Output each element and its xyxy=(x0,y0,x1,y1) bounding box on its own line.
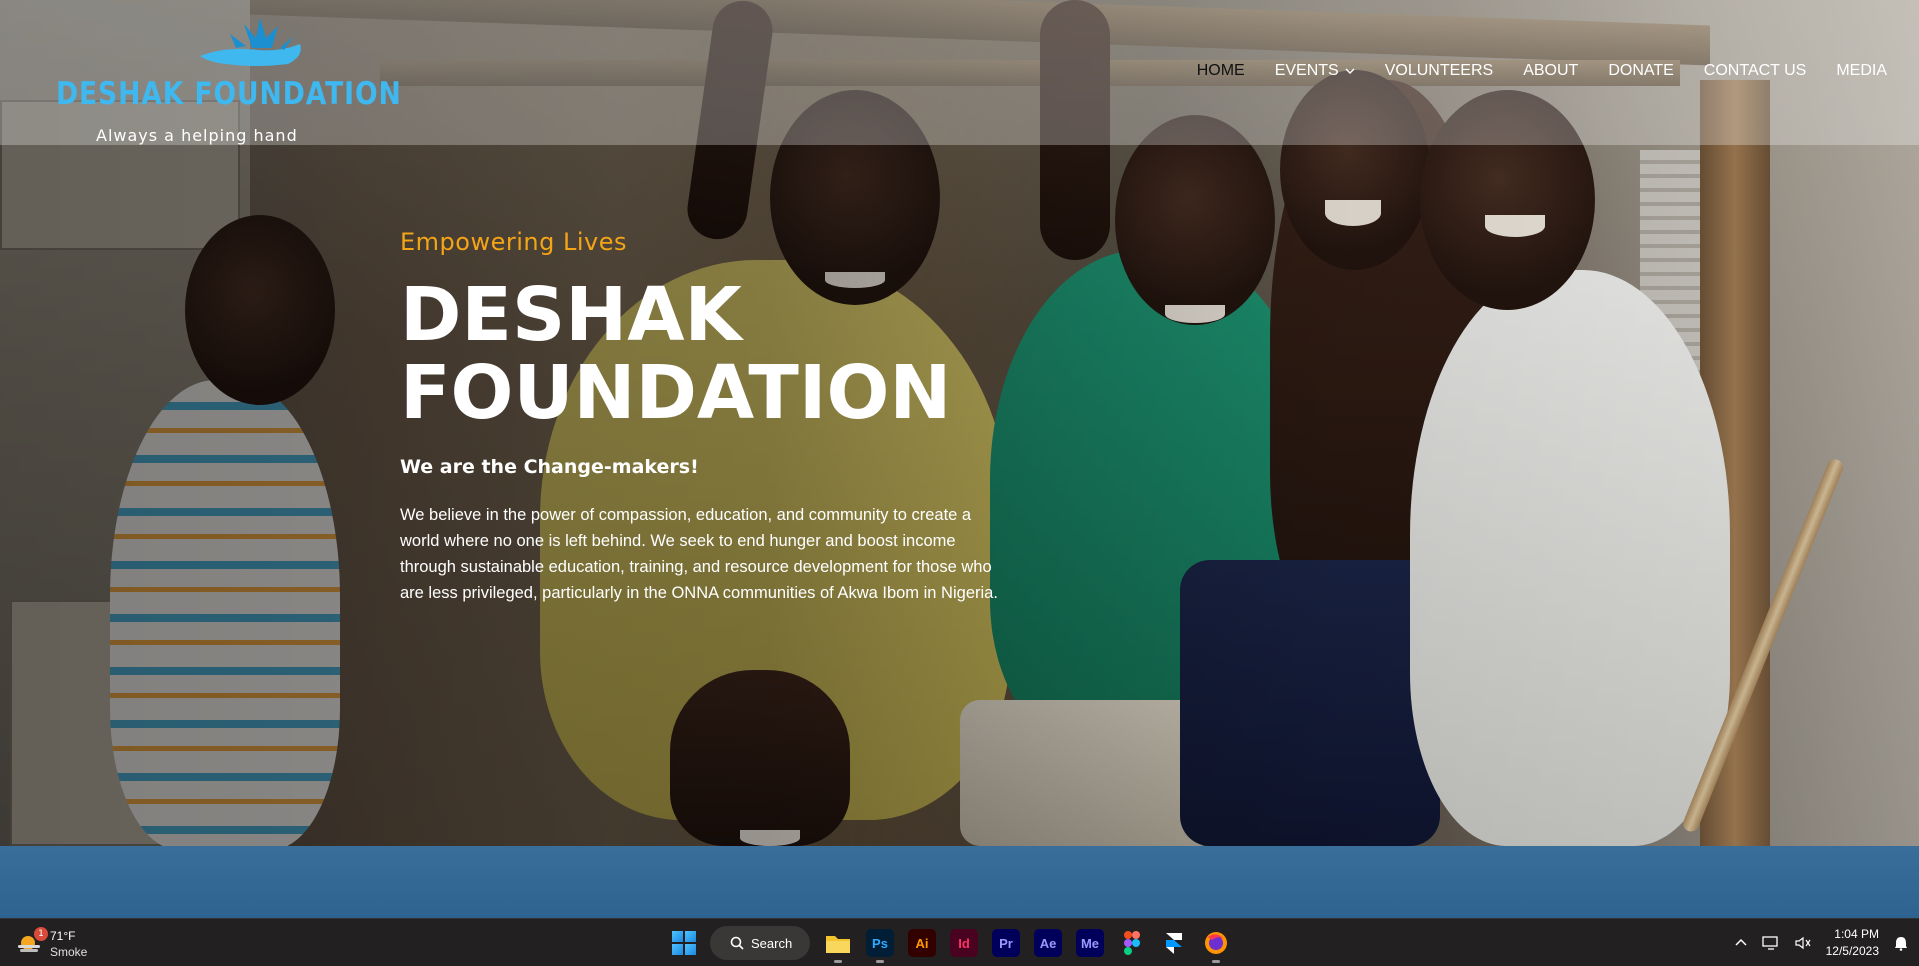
notification-badge: 1 xyxy=(34,927,48,941)
illustrator-icon[interactable]: Ai xyxy=(908,929,936,957)
nav-media-label: MEDIA xyxy=(1836,62,1887,79)
logo-name: DESHAK FOUNDATION xyxy=(56,76,402,112)
windows-start-icon[interactable] xyxy=(672,931,696,955)
app-label: Ps xyxy=(872,935,888,951)
nav-donate-label: DONATE xyxy=(1608,62,1674,79)
windows-taskbar: 1 71°F Smoke Search Ps Ai Id Pr Ae Me 1:… xyxy=(0,918,1919,966)
nav-media[interactable]: MEDIA xyxy=(1836,62,1887,80)
nav-contact-us[interactable]: CONTACT US xyxy=(1704,62,1807,80)
hero-content: Empowering Lives DESHAK FOUNDATION We ar… xyxy=(400,228,1000,606)
nav-contact-us-label: CONTACT US xyxy=(1703,62,1807,79)
media-encoder-icon[interactable]: Me xyxy=(1076,929,1104,957)
taskbar-apps: Search Ps Ai Id Pr Ae Me xyxy=(672,925,1230,963)
nav-volunteers[interactable]: VOLUNTEERS xyxy=(1385,62,1493,80)
firefox-icon[interactable] xyxy=(1202,929,1230,963)
chevron-down-icon xyxy=(1345,68,1355,75)
app-label: Ae xyxy=(1039,935,1057,951)
nav-events[interactable]: EVENTS xyxy=(1275,62,1355,80)
after-effects-icon[interactable]: Ae xyxy=(1034,929,1062,957)
app-label: Pr xyxy=(999,935,1013,951)
clock-date: 12/5/2023 xyxy=(1825,944,1879,958)
site-logo[interactable]: DESHAK FOUNDATION Always a helping hand xyxy=(56,10,402,145)
hero-subhead: We are the Change-makers! xyxy=(400,456,699,478)
display-icon[interactable] xyxy=(1761,935,1780,951)
weather-widget[interactable]: 1 71°F Smoke xyxy=(16,927,136,961)
nav-about[interactable]: ABOUT xyxy=(1523,62,1578,80)
logo-tagline: Always a helping hand xyxy=(96,126,298,145)
nav-donate[interactable]: DONATE xyxy=(1608,62,1673,80)
main-nav: HOME EVENTS VOLUNTEERS ABOUT DONATE CONT… xyxy=(1167,62,1887,80)
speaker-muted-icon[interactable] xyxy=(1794,935,1812,951)
weather-temp: 71°F xyxy=(50,929,76,943)
hand-leaf-logo-icon xyxy=(200,18,301,66)
nav-about-label: ABOUT xyxy=(1523,62,1579,79)
search-icon xyxy=(730,936,744,950)
hero-headline-line2: FOUNDATION xyxy=(400,350,952,436)
nav-home[interactable]: HOME xyxy=(1197,62,1245,80)
hero-body: We believe in the power of compassion, e… xyxy=(400,506,998,602)
premiere-pro-icon[interactable]: Pr xyxy=(992,929,1020,957)
weather-condition: Smoke xyxy=(50,945,88,959)
app-label: Me xyxy=(1080,935,1100,951)
system-tray: 1:04 PM 12/5/2023 xyxy=(1734,923,1909,963)
photoshop-icon[interactable]: Ps xyxy=(866,929,894,963)
hero-headline-line1: DESHAK xyxy=(400,272,742,358)
taskbar-search[interactable]: Search xyxy=(710,926,810,960)
figma-icon[interactable] xyxy=(1118,929,1146,957)
site-header: DESHAK FOUNDATION Always a helping hand … xyxy=(0,0,1919,145)
chevron-up-icon[interactable] xyxy=(1734,936,1748,950)
app-label: Ai xyxy=(915,935,929,951)
framer-icon[interactable] xyxy=(1160,929,1188,957)
hero-headline: DESHAK FOUNDATION xyxy=(400,276,1020,432)
search-label: Search xyxy=(751,935,793,951)
clock-time: 1:04 PM xyxy=(1834,927,1879,941)
app-label: Id xyxy=(958,935,970,951)
nav-home-label: HOME xyxy=(1196,62,1245,79)
indesign-icon[interactable]: Id xyxy=(950,929,978,957)
hero-kicker: Empowering Lives xyxy=(400,228,627,256)
nav-events-label: EVENTS xyxy=(1274,62,1339,79)
file-explorer-icon[interactable] xyxy=(824,929,852,963)
notification-bell-icon[interactable] xyxy=(1893,935,1909,951)
blue-section-band xyxy=(0,846,1919,918)
clock[interactable]: 1:04 PM 12/5/2023 xyxy=(1826,926,1879,960)
nav-volunteers-label: VOLUNTEERS xyxy=(1384,62,1494,79)
